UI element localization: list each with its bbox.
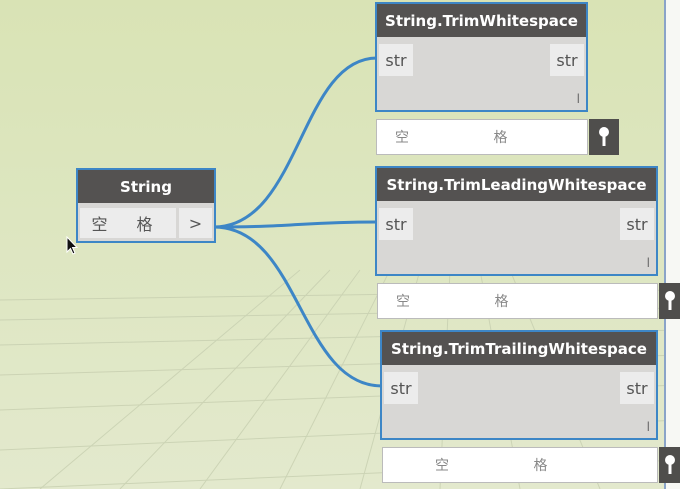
pin-icon[interactable] [589, 119, 619, 155]
trim-trailing-whitespace-node[interactable]: String.TrimTrailingWhitespace str str l [380, 330, 658, 440]
trim-leading-preview: 空 格 [377, 283, 658, 319]
lacing-indicator[interactable]: l [647, 256, 650, 270]
lacing-indicator[interactable]: l [647, 420, 650, 434]
trim-leading-whitespace-node[interactable]: String.TrimLeadingWhitespace str str l [375, 166, 658, 276]
trim-trailing-input-port[interactable]: str [384, 372, 418, 404]
trim-leading-output-port[interactable]: str [620, 208, 654, 240]
string-node[interactable]: String 空 格 > [76, 168, 216, 243]
mouse-cursor-icon [66, 236, 78, 255]
lacing-indicator[interactable]: l [577, 92, 580, 106]
trim-leading-input-port[interactable]: str [379, 208, 413, 240]
string-value-field[interactable]: 空 格 [80, 208, 176, 238]
trim-whitespace-node[interactable]: String.TrimWhitespace str str l [375, 2, 588, 112]
trim-whitespace-preview: 空 格 [376, 119, 588, 155]
trim-trailing-title: String.TrimTrailingWhitespace [382, 332, 656, 365]
preview-value: 空 格 [435, 458, 588, 474]
trim-trailing-preview: 空 格 [382, 447, 658, 483]
trim-whitespace-input-port[interactable]: str [379, 44, 413, 76]
string-output-port[interactable]: > [179, 208, 212, 238]
wire-to-trim-whitespace [213, 56, 378, 229]
pin-icon[interactable] [659, 283, 680, 319]
string-node-title: String [78, 170, 214, 203]
preview-value: 空 格 [396, 294, 549, 310]
trim-whitespace-output-port[interactable]: str [550, 44, 584, 76]
preview-value: 空 格 [395, 130, 548, 146]
trim-whitespace-title: String.TrimWhitespace [377, 4, 586, 37]
wire-to-trim-trailing [213, 225, 383, 388]
pin-icon[interactable] [659, 447, 680, 483]
trim-leading-title: String.TrimLeadingWhitespace [377, 168, 656, 201]
trim-trailing-output-port[interactable]: str [620, 372, 654, 404]
